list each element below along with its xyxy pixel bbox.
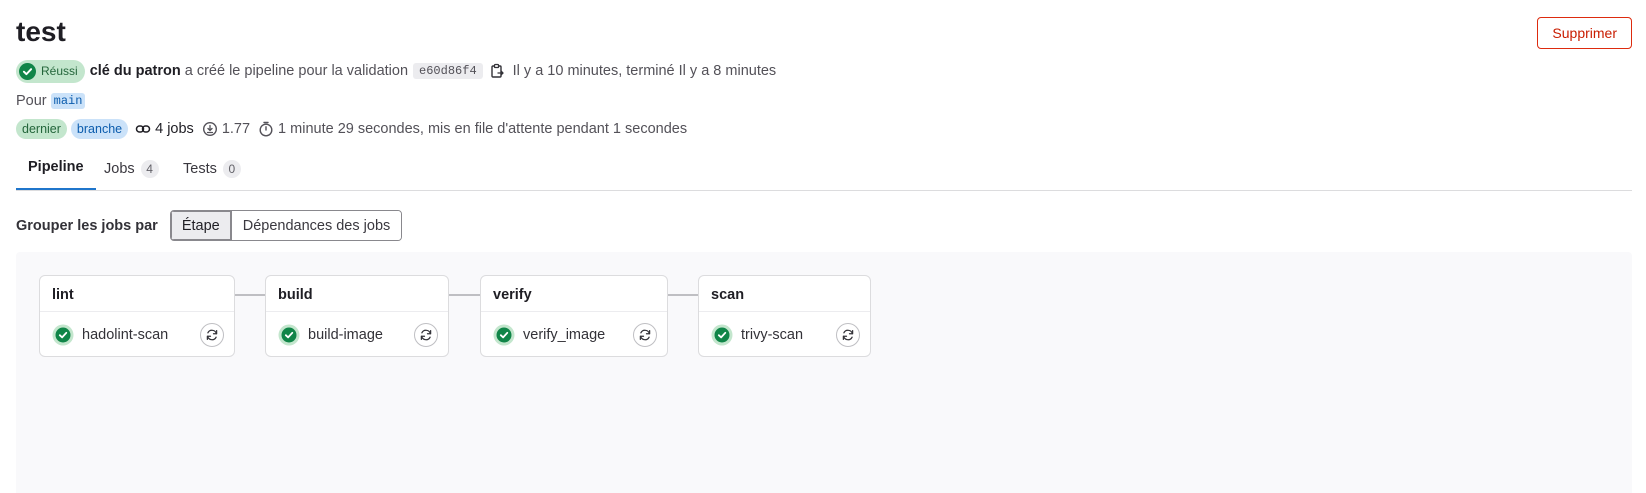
check-circle-icon xyxy=(52,324,74,345)
tab-pipeline[interactable]: Pipeline xyxy=(16,146,96,190)
job-name: trivy-scan xyxy=(741,326,804,343)
group-by-toggle: Étape Dépendances des jobs xyxy=(169,210,403,241)
tab-tests-label: Tests xyxy=(183,160,217,177)
pipeline-graph: lint hadolint-scan build build-image ver… xyxy=(16,252,1632,493)
stage-divider xyxy=(481,311,667,312)
group-by-stage-button[interactable]: Étape xyxy=(170,211,231,240)
stage-build: build build-image xyxy=(265,275,449,357)
check-circle-icon xyxy=(711,324,733,345)
action-text: a créé le pipeline pour la validation xyxy=(184,63,409,79)
compute-icon xyxy=(202,121,217,137)
tab-pipeline-label: Pipeline xyxy=(28,159,84,175)
retry-button[interactable] xyxy=(836,322,860,347)
stage-divider xyxy=(699,311,870,312)
page-title: test xyxy=(16,16,66,47)
check-circle-icon xyxy=(278,324,300,345)
check-circle-icon xyxy=(493,324,515,345)
stage-verify: verify verify_image xyxy=(480,275,668,357)
tab-jobs[interactable]: Jobs 4 xyxy=(104,146,159,191)
stage-title: verify xyxy=(493,287,532,303)
stage-title: lint xyxy=(52,287,74,303)
stage-connector xyxy=(448,294,480,296)
retry-button[interactable] xyxy=(414,322,438,347)
ref-link[interactable]: main xyxy=(50,93,86,109)
latest-badge: dernier xyxy=(16,119,67,139)
retry-icon xyxy=(420,329,432,340)
retry-icon xyxy=(639,329,651,340)
job-name: verify_image xyxy=(523,326,606,343)
pipeline-tabs: Pipeline Jobs 4 Tests 0 xyxy=(16,146,1632,191)
stage-title: scan xyxy=(711,287,745,303)
author-link[interactable]: clé du patron xyxy=(90,63,181,79)
group-by-label: Grouper les jobs par xyxy=(16,217,158,234)
tab-tests-count: 0 xyxy=(222,159,241,178)
retry-button[interactable] xyxy=(633,322,657,347)
delete-button[interactable]: Supprimer xyxy=(1537,17,1632,49)
job-item[interactable]: build-image xyxy=(278,321,438,348)
commit-sha-link[interactable]: e60d86f4 xyxy=(413,63,483,79)
job-name: hadolint-scan xyxy=(82,326,169,343)
job-item[interactable]: trivy-scan xyxy=(711,321,860,348)
duration-text: 1 minute 29 secondes, mis en file d'atte… xyxy=(278,121,688,137)
job-item[interactable]: hadolint-scan xyxy=(52,321,224,348)
jobs-count: 4 jobs xyxy=(155,121,194,137)
pipeline-summary: Réussi clé du patron a créé le pipeline … xyxy=(16,59,776,83)
stage-connector xyxy=(667,294,699,296)
retry-icon xyxy=(842,329,854,340)
clipboard-icon[interactable] xyxy=(489,63,505,79)
pipeline-page: test Supprimer Réussi clé du patron a cr… xyxy=(16,0,1632,493)
status-label: Réussi xyxy=(41,64,78,78)
job-item[interactable]: verify_image xyxy=(493,321,657,348)
retry-button[interactable] xyxy=(200,322,224,347)
stage-title: build xyxy=(278,287,313,303)
compute-minutes: 1.77 xyxy=(221,121,251,137)
stage-connector xyxy=(234,294,265,296)
tab-jobs-label: Jobs xyxy=(104,160,135,177)
tab-jobs-count: 4 xyxy=(140,159,159,178)
pipeline-time: Il y a 10 minutes, terminé Il y a 8 minu… xyxy=(512,63,777,79)
for-label: Pour xyxy=(16,93,47,109)
stage-divider xyxy=(266,311,448,312)
status-badge[interactable]: Réussi xyxy=(16,59,85,83)
stage-lint: lint hadolint-scan xyxy=(39,275,235,357)
job-name: build-image xyxy=(308,326,383,343)
branch-badge: branche xyxy=(70,119,129,139)
link-icon xyxy=(135,125,151,133)
pipeline-stats-line: dernier branche 4 jobs 1.77 1 minute 29 … xyxy=(16,117,687,141)
timer-icon xyxy=(259,121,273,137)
retry-icon xyxy=(206,329,218,340)
group-by-row: Grouper les jobs par Étape Dépendances d… xyxy=(16,210,403,241)
tab-tests[interactable]: Tests 0 xyxy=(183,146,241,191)
stage-divider xyxy=(40,311,234,312)
group-by-needs-button[interactable]: Dépendances des jobs xyxy=(230,211,402,240)
check-circle-icon xyxy=(19,62,36,80)
title-row: test Supprimer xyxy=(16,12,1632,52)
stage-scan: scan trivy-scan xyxy=(698,275,871,357)
pipeline-ref-line: Pour main xyxy=(16,89,86,113)
